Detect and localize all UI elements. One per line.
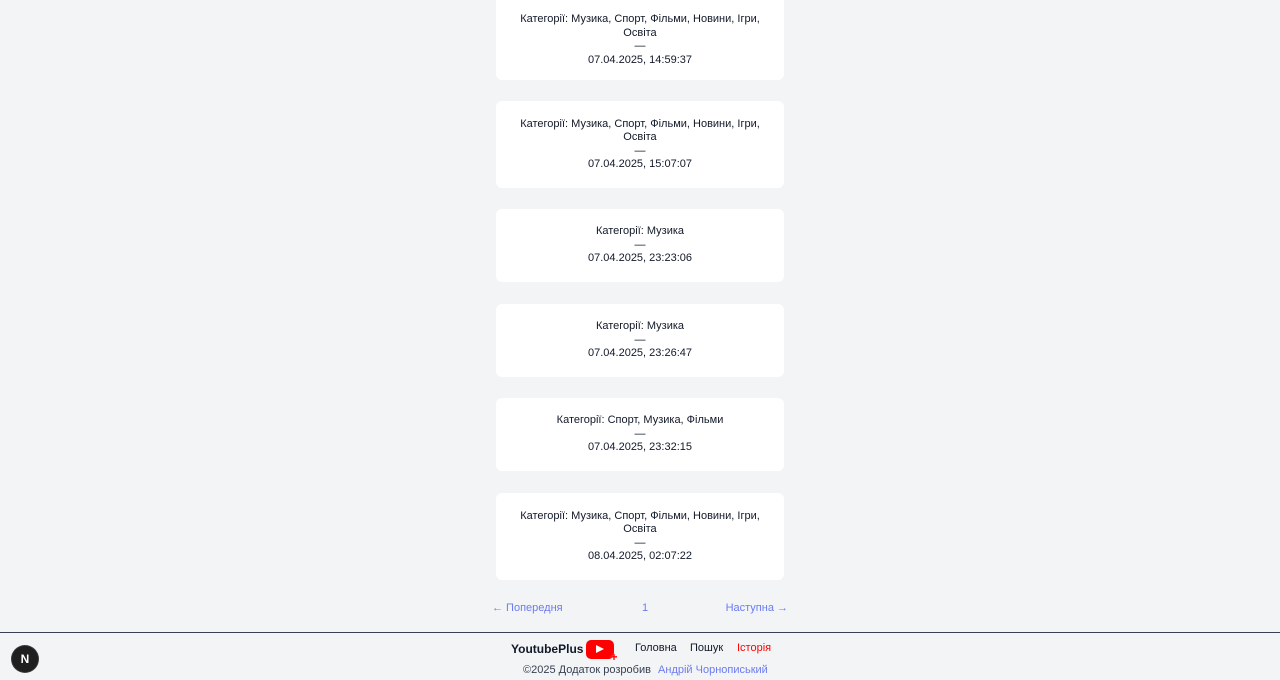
history-card[interactable]: Категорії: Музика, Спорт, Фільми, Новини… bbox=[496, 493, 784, 580]
pagination: ← Попередня 1 Наступна → bbox=[492, 600, 788, 618]
history-categories: Категорії: Музика, Спорт, Фільми, Новини… bbox=[520, 13, 760, 39]
history-categories: Категорії: Музика bbox=[595, 320, 685, 333]
play-triangle-icon bbox=[596, 644, 605, 653]
nav-home-link[interactable]: Головна bbox=[635, 642, 677, 654]
history-separator: — bbox=[634, 536, 646, 549]
history-card[interactable]: Категорії: Музика, Спорт, Фільми, Новини… bbox=[496, 0, 784, 80]
next-page-button[interactable]: Наступна → bbox=[726, 602, 788, 614]
history-date: 08.04.2025, 02:07:22 bbox=[588, 550, 692, 562]
prev-page-button[interactable]: ← Попередня bbox=[492, 602, 563, 614]
footer: YoutubePlus + Головна Пошук Історія ©202… bbox=[0, 632, 1280, 680]
history-categories: Категорії: Музика, Спорт, Фільми, Новини… bbox=[520, 509, 760, 536]
history-date: 07.04.2025, 15:07:07 bbox=[588, 158, 692, 170]
plus-icon: + bbox=[610, 649, 618, 664]
history-separator: — bbox=[634, 144, 646, 157]
dev-tools-badge[interactable]: N bbox=[12, 646, 38, 672]
history-page: Категорії: Музика, Спорт, Фільми, Новини… bbox=[0, 0, 1280, 680]
history-separator: — bbox=[634, 333, 646, 346]
history-separator: — bbox=[634, 40, 646, 52]
history-card[interactable]: Категорії: Музика, Спорт, Фільми, Новини… bbox=[496, 101, 784, 188]
author-link[interactable]: Андрій Чорнописький bbox=[658, 664, 768, 676]
history-card[interactable]: Категорії: Музика — 07.04.2025, 23:23:06 bbox=[496, 209, 784, 282]
history-card[interactable]: Категорії: Спорт, Музика, Фільми — 07.04… bbox=[496, 398, 784, 471]
history-card[interactable]: Категорії: Музика — 07.04.2025, 23:26:47 bbox=[496, 304, 784, 377]
current-page-number[interactable]: 1 bbox=[642, 602, 648, 614]
history-date: 07.04.2025, 23:23:06 bbox=[588, 252, 692, 265]
copyright-text: ©2025 Додаток розробив bbox=[523, 664, 651, 676]
history-date: 07.04.2025, 14:59:37 bbox=[588, 53, 692, 66]
youtube-play-icon: + bbox=[586, 639, 617, 663]
copyright: ©2025 Додаток розробив Андрій Чорнописьк… bbox=[523, 664, 768, 676]
history-separator: — bbox=[634, 238, 646, 251]
brand-name: YoutubePlus bbox=[511, 642, 584, 656]
history-categories: Категорії: Музика bbox=[595, 225, 685, 238]
history-categories: Категорії: Спорт, Музика, Фільми bbox=[556, 414, 724, 427]
nav-search-link[interactable]: Пошук bbox=[690, 642, 723, 654]
history-date: 07.04.2025, 23:32:15 bbox=[588, 441, 692, 454]
nav-history-link[interactable]: Історія bbox=[737, 642, 771, 654]
dev-badge-letter: N bbox=[20, 652, 30, 666]
history-categories: Категорії: Музика, Спорт, Фільми, Новини… bbox=[520, 117, 760, 144]
brand-logo-link[interactable]: YoutubePlus + bbox=[511, 639, 617, 663]
history-date: 07.04.2025, 23:26:47 bbox=[588, 347, 692, 360]
history-separator: — bbox=[634, 427, 646, 440]
